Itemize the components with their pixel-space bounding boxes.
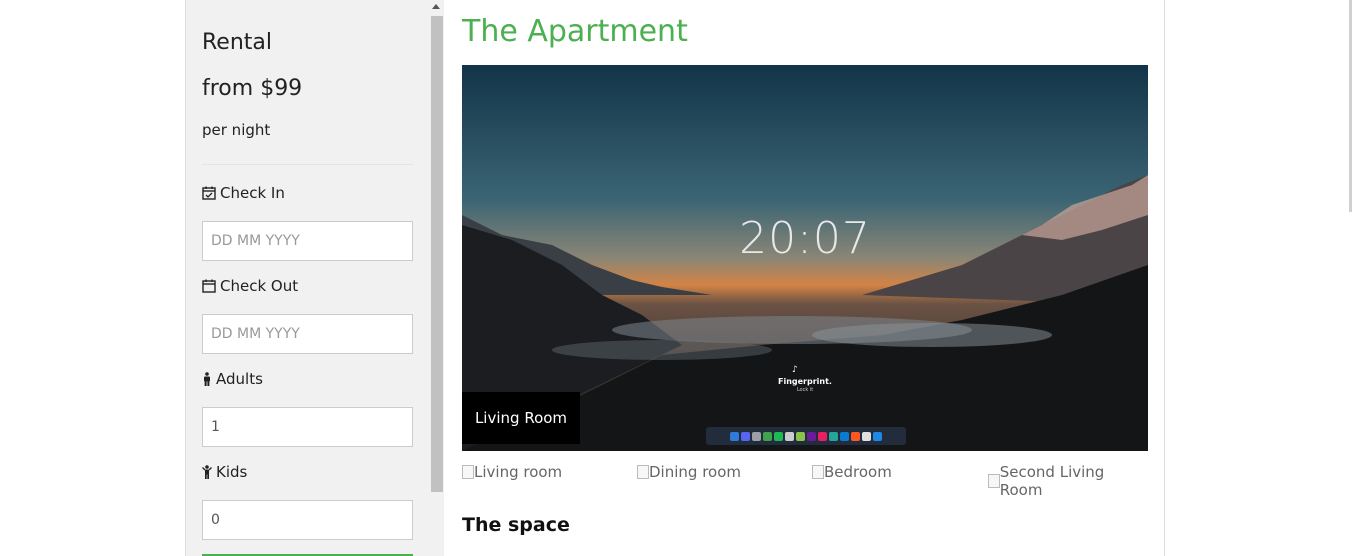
kids-label: Kids	[216, 463, 248, 481]
dock-app-icon	[840, 431, 849, 441]
thumbnail-alt-text: Second Living Room	[999, 463, 1105, 499]
app-name-label: Fingerprint.	[778, 377, 832, 386]
checkin-label-row: Check In	[202, 184, 285, 202]
scroll-up-arrow-icon[interactable]	[432, 4, 440, 9]
dock-app-icon	[807, 431, 816, 441]
thumbnail-living-room[interactable]: Living room	[462, 463, 562, 481]
per-night-label: per night	[202, 121, 271, 139]
broken-image-icon	[812, 465, 824, 479]
dock-app-icon	[774, 431, 783, 441]
divider	[202, 164, 413, 165]
checkout-label: Check Out	[220, 277, 299, 295]
slide-caption: Living Room	[462, 392, 580, 444]
checkout-label-row: Check Out	[202, 277, 298, 295]
dock-app-icon	[873, 431, 882, 441]
broken-image-icon	[988, 474, 1000, 488]
sidebar-scroll-thumb[interactable]	[431, 16, 443, 492]
page-title: The Apartment	[462, 14, 688, 49]
dock-app-icon	[752, 431, 761, 441]
thumbnail-strip: Living room Dining room Bedroom Second L…	[462, 463, 1148, 499]
child-icon	[202, 465, 212, 479]
dock-app-icon	[829, 431, 838, 441]
dock-app-icon	[851, 431, 860, 441]
rental-label: Rental	[202, 30, 272, 55]
thumbnail-alt-text: Dining room	[649, 463, 741, 481]
kids-input[interactable]: 0	[202, 500, 413, 540]
checkout-input[interactable]: DD MM YYYY	[202, 314, 413, 354]
thumbnail-alt-text: Bedroom	[824, 463, 892, 481]
thumbnail-alt-text: Living room	[474, 463, 563, 481]
checkin-label: Check In	[220, 184, 285, 202]
dock-app-icon	[763, 431, 772, 441]
clock-display: 20:07	[739, 213, 871, 264]
price-text: from $99	[202, 76, 303, 101]
dock-app-icon	[818, 431, 827, 441]
section-heading-space: The space	[462, 514, 570, 536]
booking-sidebar: Rental from $99 per night Check In DD MM…	[186, 0, 431, 556]
adults-input[interactable]: 1	[202, 407, 413, 447]
taskbar-dock	[706, 427, 906, 445]
thumbnail-bedroom[interactable]: Bedroom	[812, 463, 892, 481]
calendar-check-icon	[202, 186, 216, 200]
hero-slide-image: 20:07 ♪ Fingerprint. Lock it Living Room	[462, 65, 1148, 451]
broken-image-icon	[462, 465, 474, 479]
music-note-icon: ♪	[792, 365, 798, 375]
dock-app-icon	[730, 431, 739, 441]
adults-label: Adults	[216, 370, 263, 388]
calendar-icon	[202, 279, 216, 293]
thumbnail-second-living-room[interactable]: Second Living Room	[988, 463, 1148, 499]
thumbnail-dining-room[interactable]: Dining room	[637, 463, 741, 481]
dock-app-icon	[862, 431, 871, 441]
male-icon	[202, 372, 212, 386]
dock-app-icon	[796, 431, 805, 441]
checkin-input[interactable]: DD MM YYYY	[202, 221, 413, 261]
broken-image-icon	[637, 465, 649, 479]
kids-label-row: Kids	[202, 463, 247, 481]
adults-label-row: Adults	[202, 370, 263, 388]
dock-app-icon	[785, 431, 794, 441]
dock-app-icon	[741, 431, 750, 441]
